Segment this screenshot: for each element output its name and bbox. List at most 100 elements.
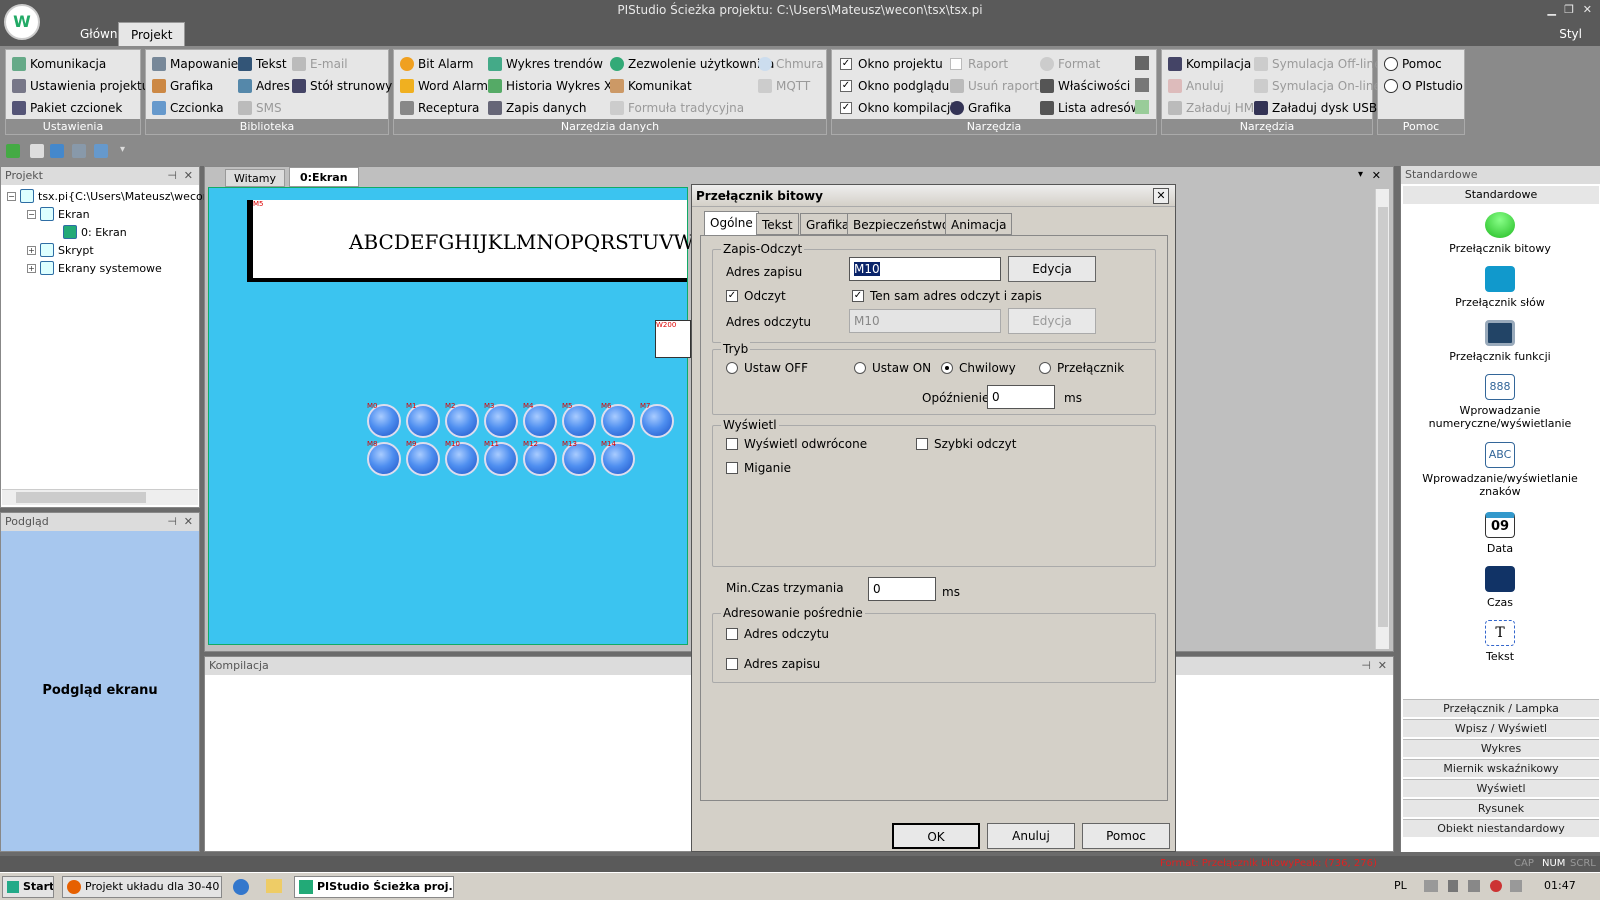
ok-button[interactable]: OK — [892, 823, 980, 849]
czcionka-button[interactable]: Czcionka — [152, 98, 224, 118]
zaladuj-hmi-button[interactable]: Załaduj HMI — [1168, 98, 1258, 118]
dialog-close-button[interactable]: ✕ — [1153, 188, 1169, 204]
save-icon[interactable] — [50, 144, 64, 158]
tool-przelacznik-funkcji[interactable]: Przełącznik funkcji — [1401, 320, 1599, 363]
raport-check[interactable]: Raport — [950, 54, 1008, 74]
blink-checkbox[interactable]: Miganie — [726, 461, 791, 475]
export-icon[interactable] — [1135, 100, 1149, 114]
scrollbar-thumb[interactable] — [16, 492, 146, 503]
okno-projektu-check[interactable]: ✓ Okno projektu — [840, 54, 943, 74]
tool-przelacznik-bitowy[interactable]: Przełącznik bitowy — [1401, 212, 1599, 255]
dialog-tab-bezpieczenstwo[interactable]: Bezpieczeństwo — [847, 213, 956, 235]
tray-icon[interactable] — [1424, 880, 1438, 892]
format-button[interactable]: Format — [1040, 54, 1100, 74]
mqtt-button[interactable]: MQTT — [758, 76, 810, 96]
indirect-write-checkbox[interactable]: Adres zapisu — [726, 657, 820, 671]
write-address-input[interactable]: M10 — [849, 257, 1001, 281]
close-icon[interactable]: ✕ — [1378, 657, 1387, 675]
adres-button[interactable]: Adres — [238, 76, 290, 96]
okno-podgladu-check[interactable]: ✓ Okno podglądu — [840, 76, 949, 96]
tree-ekran[interactable]: − Ekran — [27, 205, 90, 223]
symulacja-offline-button[interactable]: Symulacja Off-line — [1254, 54, 1382, 74]
close-icon[interactable]: ✕ — [184, 513, 193, 531]
mode-set-on-radio[interactable]: Ustaw ON — [854, 361, 931, 375]
pomoc-button[interactable]: Pomoc — [1384, 54, 1442, 74]
delay-input[interactable]: 0 — [987, 385, 1055, 409]
wykres-trendow-button[interactable]: Wykres trendów — [488, 54, 603, 74]
same-address-checkbox[interactable]: ✓ Ten sam adres odczyt i zapis — [852, 289, 1042, 303]
category-miernik[interactable]: Miernik wskaźnikowy — [1403, 759, 1599, 777]
formula-button[interactable]: Formuła tradycyjna — [610, 98, 744, 118]
tool-tekst[interactable]: T Tekst — [1401, 620, 1599, 663]
category-wykres[interactable]: Wykres — [1403, 739, 1599, 757]
fast-read-checkbox[interactable]: Szybki odczyt — [916, 437, 1016, 451]
edit-read-button[interactable]: Edycja — [1008, 308, 1096, 334]
historia-xy-button[interactable]: Historia Wykres XY — [488, 76, 619, 96]
pakiet-czcionek-button[interactable]: Pakiet czcionek — [12, 98, 122, 118]
cancel-button[interactable]: Anuluj — [987, 823, 1075, 849]
export-icon[interactable] — [94, 144, 108, 158]
indirect-read-checkbox[interactable]: Adres odczytu — [726, 627, 829, 641]
category-wpisz-wyswietl[interactable]: Wpisz / Wyświetl — [1403, 719, 1599, 737]
stol-strunowy-button[interactable]: Stół strunowy — [292, 76, 392, 96]
okno-kompilacji-check[interactable]: ✓ Okno kompilacji — [840, 98, 954, 118]
edit-write-button[interactable]: Edycja — [1008, 256, 1096, 282]
lista-adresow-button[interactable]: Lista adresów — [1040, 98, 1141, 118]
help-button[interactable]: Pomoc — [1082, 823, 1170, 849]
tray-icon[interactable] — [1468, 880, 1480, 892]
pin-icon[interactable]: ⊣ — [167, 513, 177, 531]
window-icon[interactable] — [1135, 78, 1149, 92]
style-menu[interactable]: Styl — [1547, 22, 1594, 46]
komunikacja-button[interactable]: Komunikacja — [12, 54, 106, 74]
text-display-box[interactable]: M5 ABCDEFGHIJKLMNOPQRSTUVWXYZ — [247, 200, 735, 282]
new-icon[interactable] — [6, 144, 20, 158]
tree-screen-0[interactable]: 0: Ekran — [63, 223, 127, 241]
category-wyswietl[interactable]: Wyświetl — [1403, 779, 1599, 797]
min-hold-input[interactable]: 0 — [868, 577, 936, 601]
word-display-box[interactable]: W200 — [655, 320, 691, 358]
dialog-tab-ogolne[interactable]: Ogólne — [704, 211, 759, 235]
symulacja-online-button[interactable]: Symulacja On-line — [1254, 76, 1381, 96]
language-indicator[interactable]: PL — [1394, 879, 1407, 892]
tab-ekran[interactable]: 0:Ekran — [289, 167, 359, 187]
maximize-button[interactable]: ❐ — [1564, 0, 1574, 20]
tree-root[interactable]: − tsx.pi{C:\Users\Mateusz\wecon\ — [7, 187, 213, 205]
zezwolenie-uzytkownika-button[interactable]: Zezwolenie użytkownika — [610, 54, 774, 74]
zaladuj-usb-button[interactable]: Załaduj dysk USB — [1254, 98, 1377, 118]
close-icon[interactable]: ✕ — [184, 167, 193, 185]
tekst-button[interactable]: Tekst — [238, 54, 287, 74]
tab-witamy[interactable]: Witamy — [225, 169, 285, 187]
sms-button[interactable]: SMS — [238, 98, 282, 118]
zapis-danych-button[interactable]: Zapis danych — [488, 98, 586, 118]
save-as-icon[interactable] — [72, 144, 86, 158]
tool-wprowadzanie-znakow[interactable]: ABC Wprowadzanie/wyświetlanie znaków — [1401, 442, 1599, 498]
mapowanie-button[interactable]: Mapowanie — [152, 54, 238, 74]
o-pistudio-button[interactable]: O PIstudio — [1384, 76, 1463, 96]
wlasciwosci-button[interactable]: Właściwości — [1040, 76, 1130, 96]
grid-icon[interactable] — [1135, 56, 1149, 70]
read-checkbox[interactable]: ✓ Odczyt — [726, 289, 786, 303]
pin-icon[interactable]: ⊣ — [167, 167, 177, 185]
qat-dropdown-icon[interactable]: ▾ — [120, 144, 125, 155]
toolbox-header[interactable]: Standardowe — [1403, 186, 1599, 204]
chmura-button[interactable]: Chmura — [758, 54, 824, 74]
inverted-checkbox[interactable]: Wyświetl odwrócone — [726, 437, 867, 451]
read-address-input[interactable]: M10 — [849, 309, 1001, 333]
word-alarm-button[interactable]: Word Alarm — [400, 76, 488, 96]
minimize-button[interactable]: ▁ — [1548, 0, 1556, 20]
komunikat-button[interactable]: Komunikat — [610, 76, 692, 96]
taskbar-item-pistudio[interactable]: PIStudio Ścieżka proj... — [294, 876, 454, 898]
vertical-scrollbar[interactable] — [1375, 189, 1389, 649]
screen-canvas[interactable]: M5 ABCDEFGHIJKLMNOPQRSTUVWXYZ W200 M0 M1 M… — [208, 187, 735, 645]
sync-icon[interactable] — [233, 879, 249, 895]
pin-icon[interactable]: ⊣ — [1361, 657, 1371, 675]
bit-alarm-button[interactable]: Bit Alarm — [400, 54, 473, 74]
receptura-button[interactable]: Receptura — [400, 98, 479, 118]
volume-muted-icon[interactable] — [1490, 880, 1502, 892]
open-icon[interactable] — [30, 144, 44, 158]
grafika-button[interactable]: Grafika — [152, 76, 213, 96]
dialog-tab-tekst[interactable]: Tekst — [756, 213, 799, 235]
horizontal-scrollbar[interactable] — [2, 489, 198, 505]
start-button[interactable]: Start — [2, 876, 54, 898]
close-button[interactable]: ✕ — [1583, 0, 1592, 20]
